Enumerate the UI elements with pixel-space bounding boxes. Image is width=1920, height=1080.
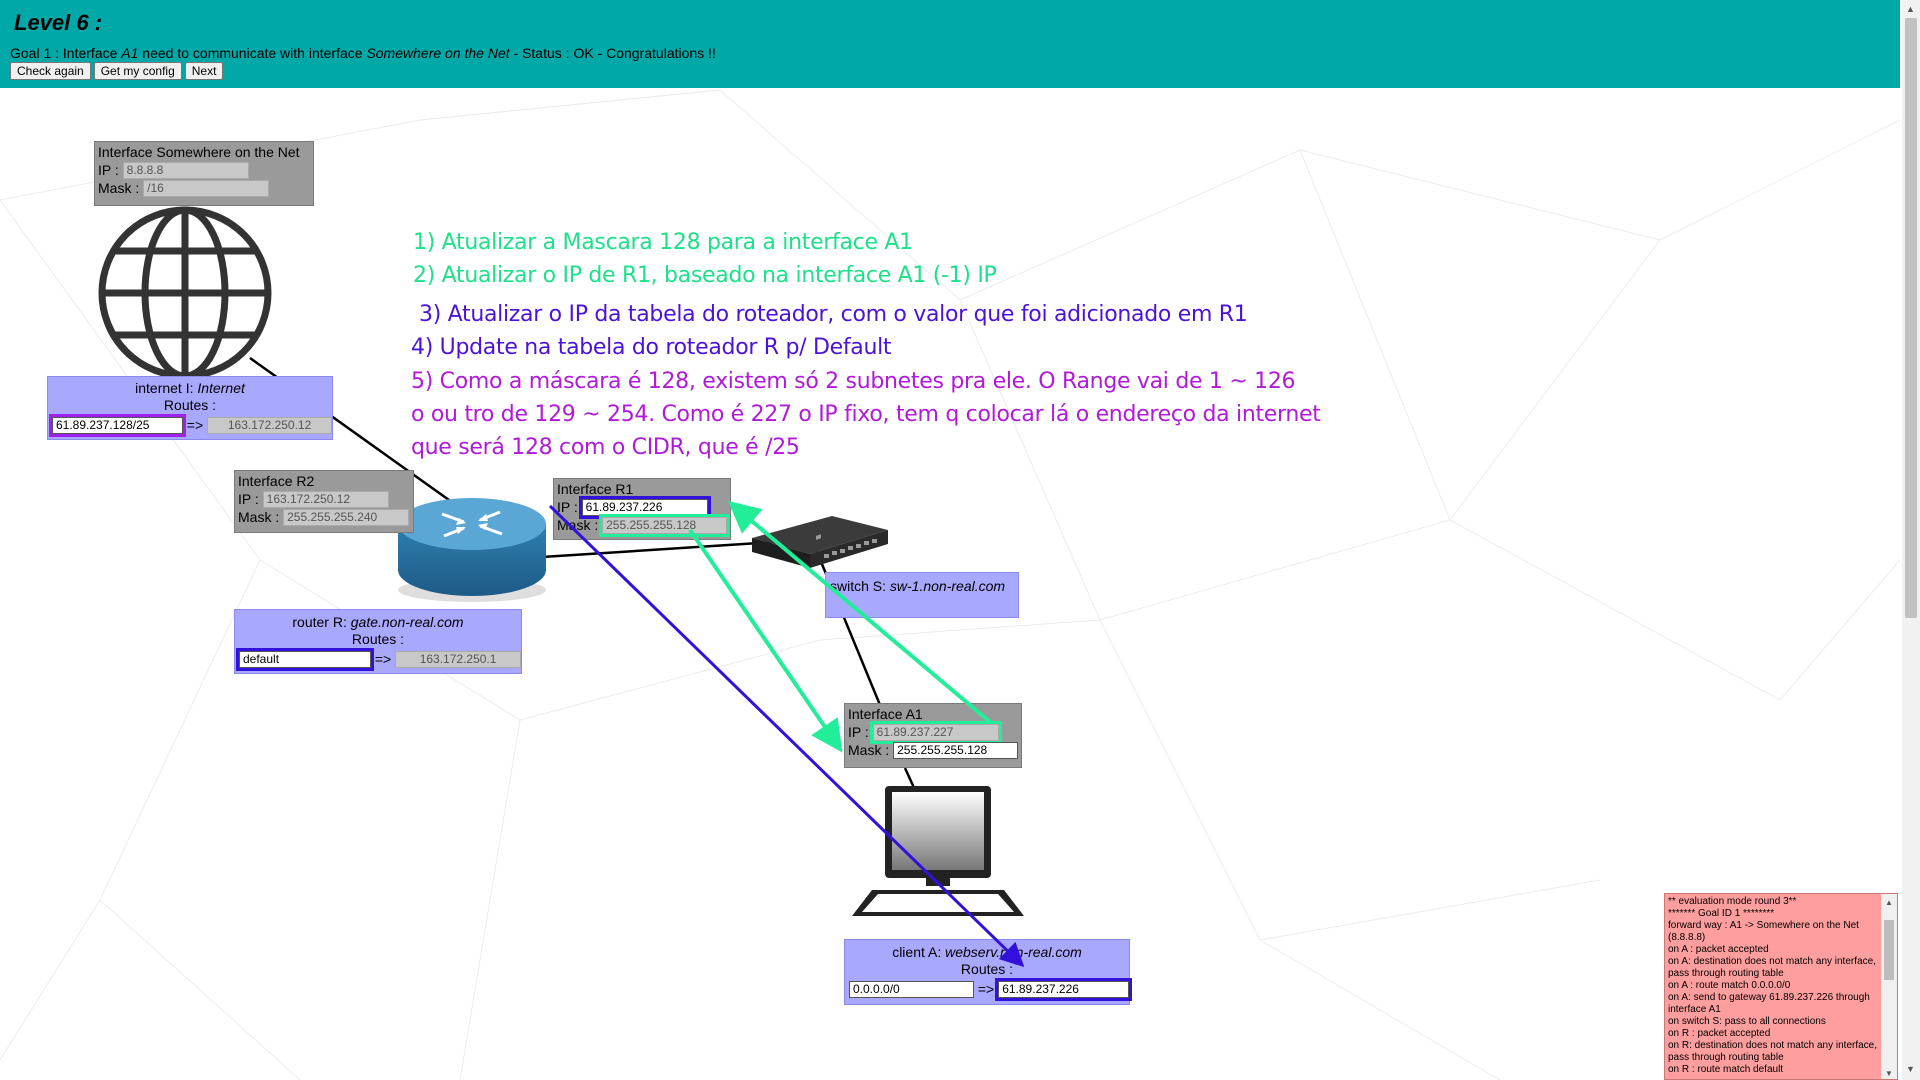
log-scroll-up-icon[interactable]: ▲ xyxy=(1885,897,1893,909)
log-line: forward way : A1 -> Somewhere on the Net… xyxy=(1668,920,1859,943)
internet-panel: internet I: Internet Routes : 61.89.237.… xyxy=(47,376,333,440)
log-line: on A : route match 0.0.0.0/0 xyxy=(1668,980,1791,991)
top-bar: Level 6 : Goal 1 : Interface A1 need to … xyxy=(0,0,1900,88)
r2-mask-field: 255.255.255.240 xyxy=(283,508,410,526)
annotation-step-2: 2) Atualizar o IP de R1, baseado na inte… xyxy=(413,263,997,288)
a1-mask-input[interactable]: 255.255.255.128 xyxy=(893,741,1018,759)
mask-label: Mask : xyxy=(557,517,599,533)
client-route-gw-input[interactable]: 61.89.237.226 xyxy=(995,977,1132,1001)
goal-destination: Somewhere on the Net xyxy=(366,45,510,61)
log-line: on A : packet accepted xyxy=(1668,944,1769,955)
scrollbar-thumb[interactable] xyxy=(1905,18,1917,618)
somewhere-mask-field: /16 xyxy=(143,179,270,197)
switch-title: switch S: sw-1.non-real.com xyxy=(830,578,1006,594)
check-again-button[interactable]: Check again xyxy=(10,62,91,80)
log-line: on R : packet accepted xyxy=(1668,1028,1771,1039)
goal-source: A1 xyxy=(121,45,139,61)
annotation-step-1: 1) Atualizar a Mascara 128 para a interf… xyxy=(413,230,913,255)
scroll-down-icon[interactable]: ▼ xyxy=(1906,1064,1915,1074)
interface-r2-panel: Interface R2 IP : 163.172.250.12 Mask : … xyxy=(234,470,414,533)
log-scroll-down-icon[interactable]: ▼ xyxy=(1885,1068,1893,1079)
log-line: on switch S: pass to all connections xyxy=(1668,1016,1826,1027)
mask-label: Mask : xyxy=(238,509,280,525)
client-title: client A: webserv.non-real.com xyxy=(892,944,1082,960)
router-routes-label: Routes : xyxy=(351,631,405,647)
interface-a1-panel: Interface A1 IP : 61.89.237.227 Mask : 2… xyxy=(844,703,1022,768)
client-panel: client A: webserv.non-real.com Routes : … xyxy=(844,939,1132,1005)
goal-status: - Status : OK - Congratulations !! xyxy=(509,45,716,61)
log-scrollbar[interactable]: ▲ ▼ xyxy=(1881,894,1897,1079)
router-panel: router R: gate.non-real.com Routes : def… xyxy=(234,609,522,674)
route-arrow: => xyxy=(186,417,204,433)
toolbar: Check again Get my config Next xyxy=(10,62,226,80)
ip-label: IP : xyxy=(98,162,119,178)
switch-panel: switch S: sw-1.non-real.com xyxy=(825,572,1019,618)
log-line: on R : route match default xyxy=(1668,1064,1784,1075)
router-route-gw-field: 163.172.250.1 xyxy=(395,650,521,668)
r1-mask-field: 255.255.255.128 xyxy=(599,513,730,537)
interface-somewhere-title: Interface Somewhere on the Net xyxy=(98,144,300,160)
interface-r1-title: Interface R1 xyxy=(557,481,634,497)
log-line: on A: send to gateway 61.89.237.226 thro… xyxy=(1668,992,1870,1015)
annotation-step-3: 3) Atualizar o IP da tabela do roteador,… xyxy=(419,302,1248,327)
goal-middle: need to communicate with interface xyxy=(138,45,367,61)
mask-label: Mask : xyxy=(848,742,890,758)
computer-icon xyxy=(852,786,1024,916)
goal-prefix: Goal 1 : Interface xyxy=(10,45,122,61)
router-icon xyxy=(398,498,546,602)
ip-label: IP : xyxy=(238,491,259,507)
interface-r2-title: Interface R2 xyxy=(238,473,315,489)
route-arrow: => xyxy=(374,651,392,667)
annotation-step-5: 5) Como a máscara é 128, existem só 2 su… xyxy=(411,369,1296,394)
internet-route-gw-field: 163.172.250.12 xyxy=(207,416,332,434)
router-route-dest-input[interactable]: default xyxy=(236,647,374,671)
r1-ip-input[interactable]: 61.89.237.226 xyxy=(578,495,711,519)
evaluation-log[interactable]: ** evaluation mode round 3** ******* Goa… xyxy=(1664,893,1898,1080)
ip-label: IP : xyxy=(848,724,869,740)
globe-icon xyxy=(98,206,272,380)
goal-status-line: Goal 1 : Interface A1 need to communicat… xyxy=(10,45,716,61)
internet-routes-label: Routes : xyxy=(163,397,217,413)
get-config-button[interactable]: Get my config xyxy=(93,62,182,80)
log-scrollbar-thumb[interactable] xyxy=(1884,920,1894,980)
log-line: on A: destination does not match any int… xyxy=(1668,956,1876,979)
scroll-up-icon[interactable]: ▲ xyxy=(1906,4,1915,14)
router-title: router R: gate.non-real.com xyxy=(292,614,464,630)
log-line: on R: destination does not match any int… xyxy=(1668,1040,1878,1063)
level-title: Level 6 : xyxy=(14,10,103,35)
ip-label: IP : xyxy=(557,499,578,515)
a1-ip-field: 61.89.237.227 xyxy=(869,720,1002,744)
log-line: ******* Goal ID 1 ******** xyxy=(1668,908,1775,919)
annotation-step-4: 4) Update na tabela do roteador R p/ Def… xyxy=(411,335,892,360)
interface-r1-panel: Interface R1 IP : 61.89.237.226 Mask : 2… xyxy=(553,478,731,540)
internet-route-dest-input[interactable]: 61.89.237.128/25 xyxy=(49,413,186,437)
interface-somewhere-panel: Interface Somewhere on the Net IP : 8.8.… xyxy=(94,141,314,206)
route-arrow: => xyxy=(977,981,995,997)
switch-icon xyxy=(752,516,888,568)
internet-title: internet I: Internet xyxy=(135,380,245,396)
annotation-step-5-line-2: o ou tro de 129 ~ 254. Como é 227 o IP f… xyxy=(411,402,1321,427)
client-route-dest-input[interactable]: 0.0.0.0/0 xyxy=(849,980,974,998)
r2-ip-field: 163.172.250.12 xyxy=(262,490,389,508)
client-routes-label: Routes : xyxy=(960,961,1014,977)
somewhere-ip-field: 8.8.8.8 xyxy=(122,161,249,179)
next-button[interactable]: Next xyxy=(184,62,224,80)
page-scrollbar[interactable]: ▲ ▼ xyxy=(1902,0,1920,1080)
mask-label: Mask : xyxy=(98,180,140,196)
log-line: ** evaluation mode round 3** xyxy=(1668,896,1797,907)
interface-a1-title: Interface A1 xyxy=(848,706,923,722)
annotation-step-5-line-3: que será 128 com o CIDR, que é /25 xyxy=(411,435,800,460)
